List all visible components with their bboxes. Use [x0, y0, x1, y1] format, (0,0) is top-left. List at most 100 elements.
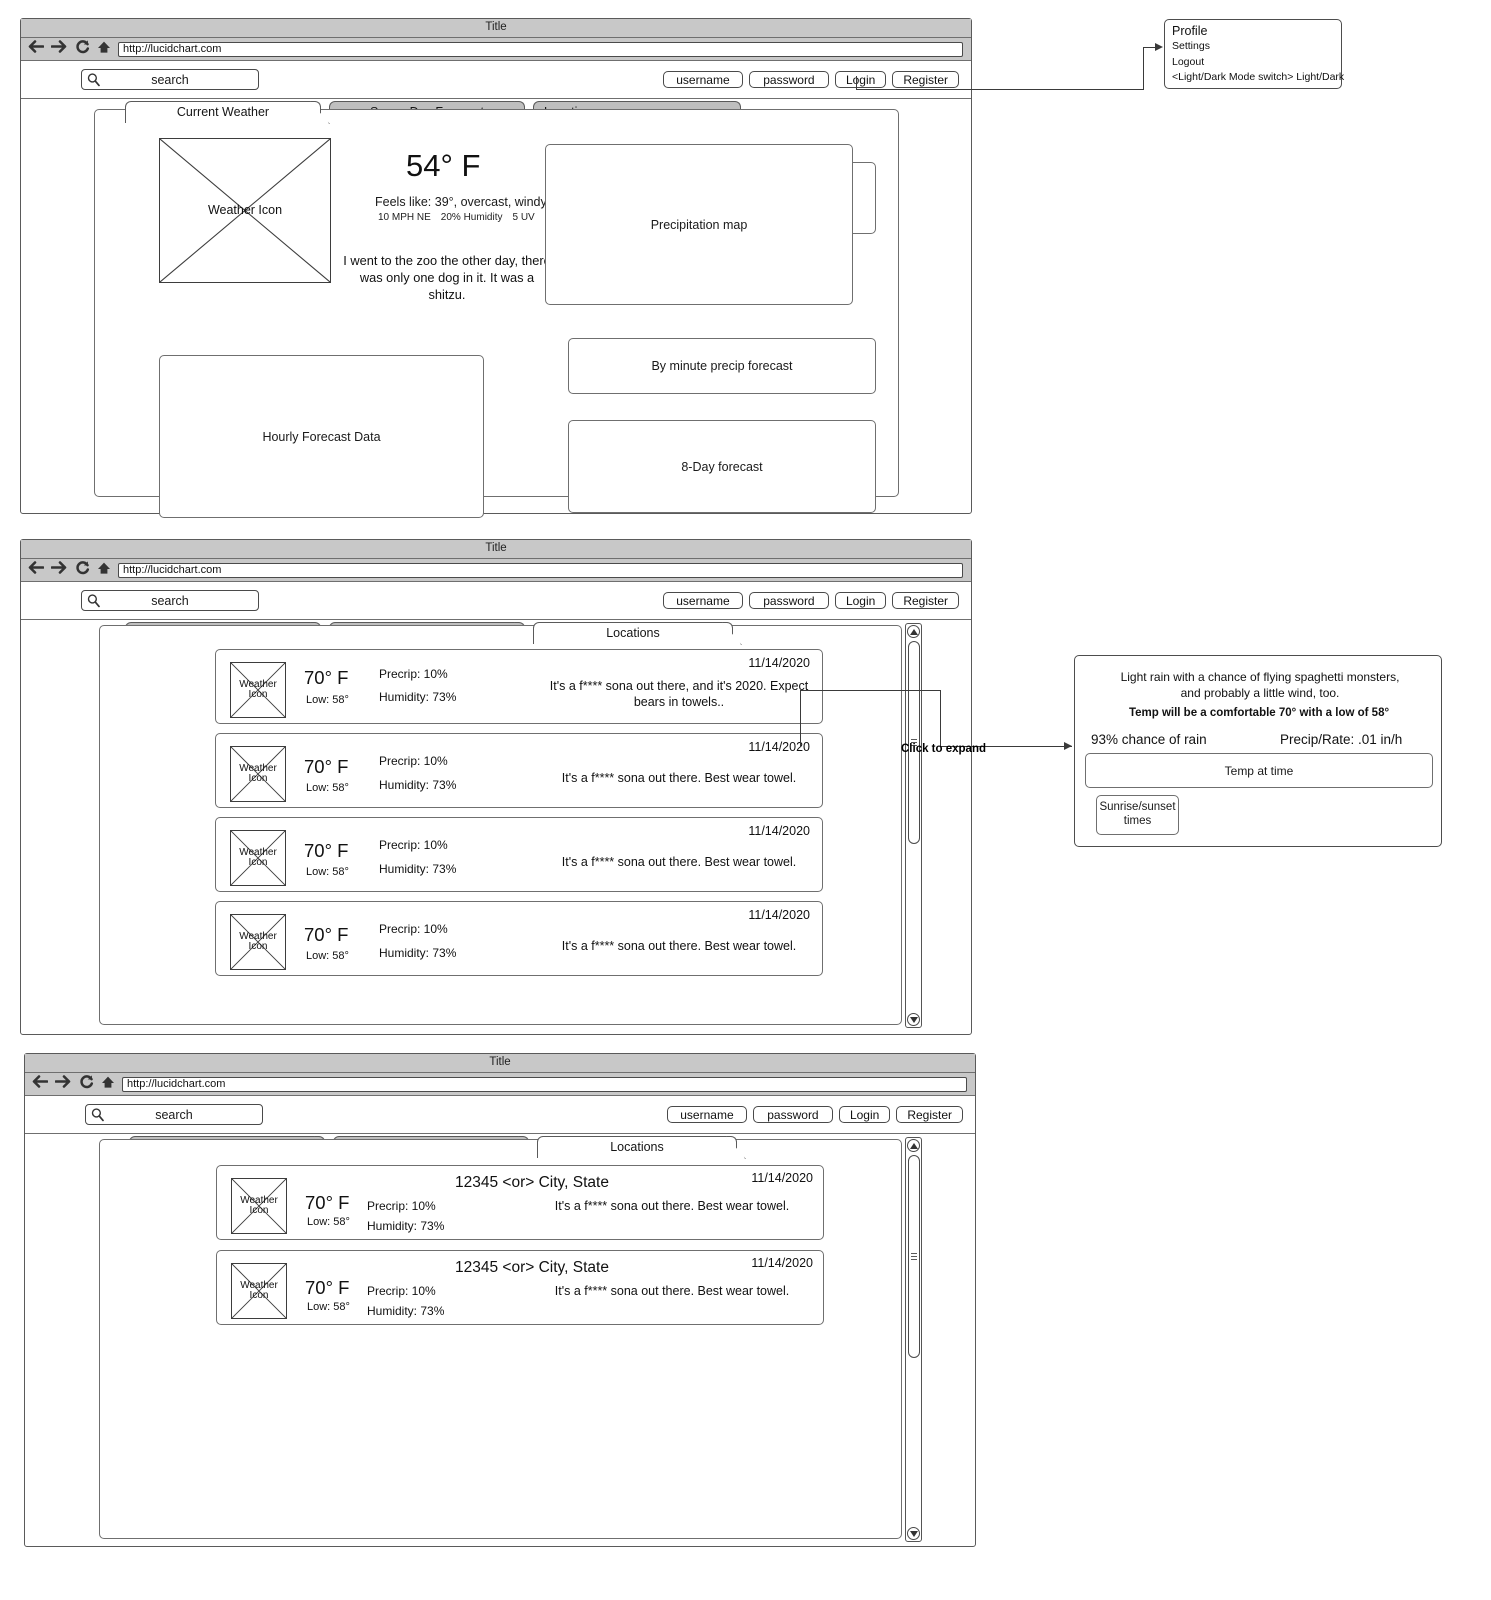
username-field[interactable]: username [666, 1106, 747, 1123]
profile-menu-panel: Profile Settings Logout <Light/Dark Mode… [1164, 19, 1344, 89]
auth-controls: username password Login Register [662, 71, 959, 88]
card-low-temp: Low: 58° [306, 950, 349, 962]
back-arrow-icon[interactable] [31, 1074, 49, 1094]
location-card[interactable]: Weather Icon 70° F Low: 58° Precrip: 10%… [215, 817, 823, 892]
search-input[interactable]: search [81, 69, 259, 90]
tab-locations[interactable]: Locations [537, 1136, 737, 1158]
back-arrow-icon[interactable] [27, 560, 45, 580]
login-button[interactable]: Login [834, 71, 887, 88]
search-placeholder-text: search [151, 593, 189, 608]
scrollbar-thumb[interactable] [907, 1155, 920, 1358]
card-temperature: 70° F [304, 756, 349, 777]
password-field[interactable]: password [748, 592, 829, 609]
forward-arrow-icon[interactable] [50, 560, 68, 580]
card-description: It's a f**** sona out there. Best wear t… [561, 855, 797, 869]
profile-menu-item-settings[interactable]: Settings [1172, 40, 1210, 52]
search-input[interactable]: search [81, 590, 259, 611]
search-placeholder-text: search [151, 72, 189, 87]
triangle-up-icon [909, 628, 918, 635]
window-titlebar: Title [21, 19, 971, 38]
window-title: Title [485, 542, 507, 555]
reload-icon[interactable] [75, 39, 90, 59]
login-button[interactable]: Login [838, 1106, 891, 1123]
home-icon[interactable] [97, 561, 111, 580]
metric-humidity: 20% Humidity [440, 212, 503, 223]
card-precip: Precrip: 10% [367, 1284, 436, 1298]
location-card[interactable]: Weather Icon 70° F Low: 58° Precrip: 10%… [215, 649, 823, 724]
hourly-forecast-box[interactable]: Hourly Forecast Data [159, 355, 484, 518]
magnifier-icon [87, 73, 100, 92]
password-field[interactable]: password [748, 71, 829, 88]
card-low-temp: Low: 58° [306, 782, 349, 794]
precip-rate: Precip/Rate: .01 in/h [1280, 732, 1403, 747]
scroll-down-arrow-icon[interactable] [907, 1527, 920, 1540]
card-precip: Precrip: 10% [379, 754, 448, 768]
username-field[interactable]: username [662, 71, 743, 88]
card-low-temp: Low: 58° [307, 1301, 350, 1313]
card-precip: Precrip: 10% [379, 838, 448, 852]
search-placeholder-text: search [155, 1107, 193, 1122]
reload-icon[interactable] [75, 560, 90, 580]
card-date: 11/14/2020 [751, 1171, 813, 1185]
url-bar[interactable]: http://lucidchart.com [122, 1076, 967, 1092]
password-field[interactable]: password [752, 1106, 833, 1123]
login-button[interactable]: Login [834, 592, 887, 609]
back-arrow-icon[interactable] [27, 39, 45, 59]
tab-current-weather[interactable]: Current Weather [125, 101, 321, 123]
forward-arrow-icon[interactable] [50, 39, 68, 59]
weather-icon-placeholder: Weather Icon [230, 830, 286, 886]
temp-at-time-box[interactable]: Temp at time [1085, 753, 1433, 788]
search-input[interactable]: search [85, 1104, 263, 1125]
url-bar[interactable]: http://lucidchart.com [118, 562, 963, 578]
eight-day-forecast-box[interactable]: 8-Day forecast [568, 420, 876, 513]
scroll-down-arrow-icon[interactable] [907, 1013, 920, 1026]
search-result-card[interactable]: Weather Icon 12345 <or> City, State 70° … [216, 1250, 824, 1325]
home-icon[interactable] [101, 1075, 115, 1094]
forecast-temp-line: Temp will be a comfortable 70° with a lo… [1128, 707, 1390, 719]
expand-connector-h1 [800, 690, 941, 692]
profile-menu-item-mode-switch[interactable]: <Light/Dark Mode switch> Light/Dark [1172, 71, 1344, 83]
username-field[interactable]: username [662, 592, 743, 609]
url-bar[interactable]: http://lucidchart.com [118, 41, 963, 57]
wireframe-canvas: Title http://lucidchart.com search usern… [0, 0, 1491, 1600]
search-result-card[interactable]: Weather Icon 12345 <or> City, State 70° … [216, 1165, 824, 1240]
metric-uv: 5 UV [512, 212, 535, 223]
location-card[interactable]: Weather Icon 70° F Low: 58° Precrip: 10%… [215, 901, 823, 976]
magnifier-icon [91, 1108, 104, 1127]
weather-icon-placeholder: Weather Icon [159, 138, 331, 283]
by-minute-precip-box[interactable]: By minute precip forecast [568, 338, 876, 394]
location-card[interactable]: Weather Icon 70° F Low: 58° Precrip: 10%… [215, 733, 823, 808]
expand-connector-v2 [940, 690, 942, 746]
card-date: 11/14/2020 [748, 656, 810, 670]
sunrise-sunset-box[interactable]: Sunrise/sunset times [1096, 795, 1179, 835]
window-title: Title [485, 21, 507, 34]
chance-of-rain: 93% chance of rain [1091, 732, 1207, 747]
connector-menu-vertical [1143, 47, 1145, 90]
card-humidity: Humidity: 73% [367, 1304, 445, 1318]
weather-icon-label: Weather Icon [207, 202, 283, 217]
scroll-up-arrow-icon[interactable] [907, 625, 920, 638]
browser-navbar: http://lucidchart.com [21, 38, 971, 61]
expand-connector-arrowhead [1064, 742, 1072, 750]
forward-arrow-icon[interactable] [54, 1074, 72, 1094]
app-toolbar: search username password Login Register [21, 582, 971, 620]
home-icon[interactable] [97, 40, 111, 59]
browser-window-search-results: Title http://lucidchart.com search usern… [24, 1053, 976, 1547]
browser-navbar: http://lucidchart.com [21, 559, 971, 582]
locations-panel: Weather Icon 70° F Low: 58° Precrip: 10%… [99, 623, 922, 1028]
profile-menu-item-profile[interactable]: Profile [1172, 24, 1207, 38]
precipitation-map-box-outline[interactable]: Precipitation map [545, 144, 853, 305]
register-button[interactable]: Register [896, 1106, 963, 1123]
tab-locations[interactable]: Locations [533, 622, 733, 644]
profile-menu-item-logout[interactable]: Logout [1172, 56, 1204, 68]
auth-controls: username password Login Register [666, 1106, 963, 1123]
vertical-scrollbar[interactable] [905, 1137, 922, 1542]
scroll-up-arrow-icon[interactable] [907, 1139, 920, 1152]
vertical-scrollbar[interactable] [905, 623, 922, 1028]
register-button[interactable]: Register [892, 71, 959, 88]
connector-login-vertical [856, 76, 858, 90]
precipitation-map-text: Precipitation map [650, 217, 748, 232]
magnifier-icon [87, 594, 100, 613]
register-button[interactable]: Register [892, 592, 959, 609]
reload-icon[interactable] [79, 1074, 94, 1094]
